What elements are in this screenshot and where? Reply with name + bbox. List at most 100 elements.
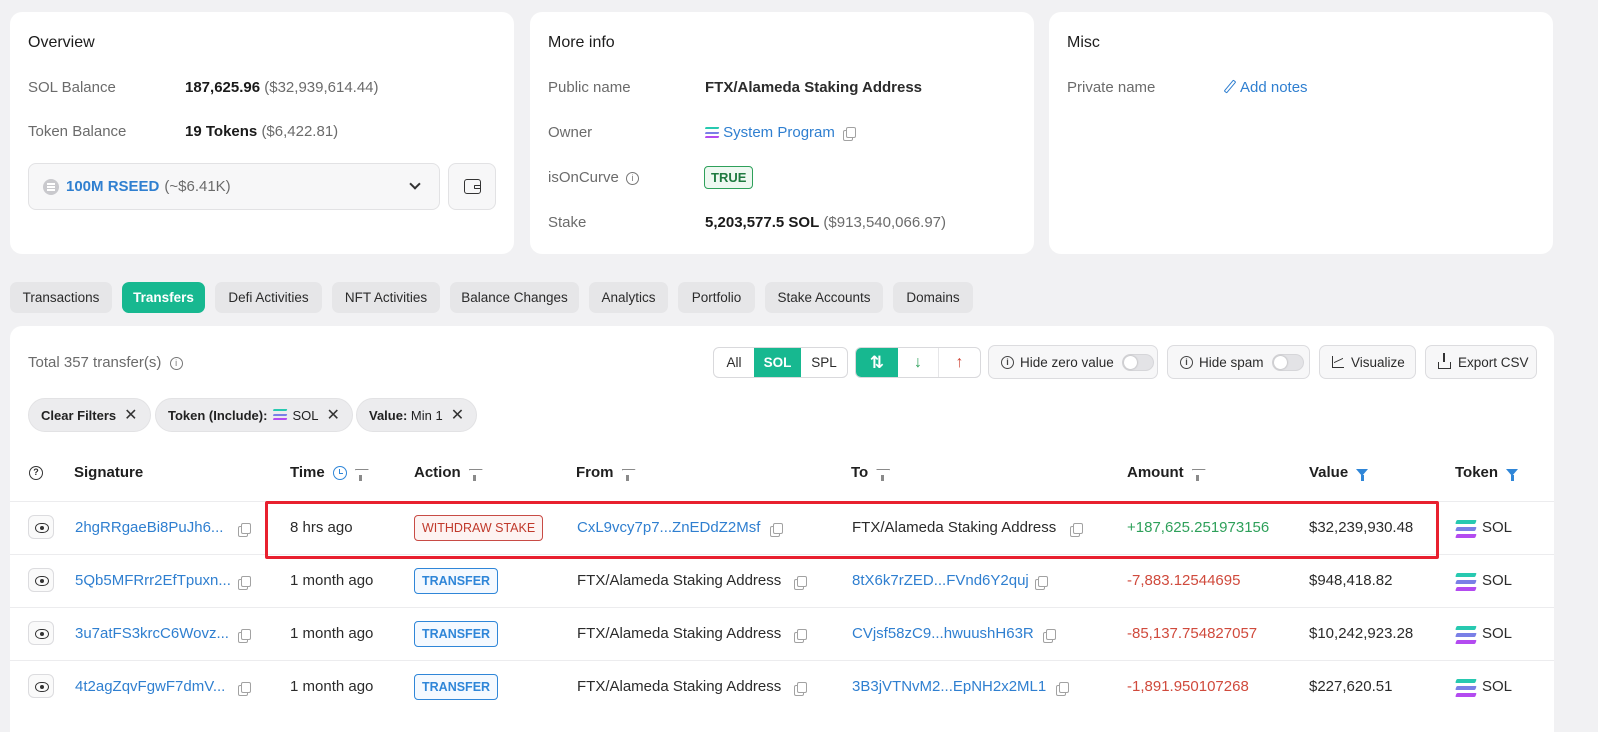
arrows-up-down-icon: ⇅: [869, 352, 885, 372]
filter-icon[interactable]: [469, 469, 481, 481]
eye-icon[interactable]: [28, 515, 54, 539]
copy-icon[interactable]: [1056, 682, 1069, 696]
time-cell: 1 month ago: [290, 678, 374, 695]
tab-domains[interactable]: Domains: [893, 282, 973, 313]
clear-filters-chip[interactable]: Clear Filters ✕: [28, 398, 151, 432]
token-cell: SOL: [1482, 572, 1513, 589]
copy-icon[interactable]: [1070, 523, 1083, 537]
owner-value: System Program: [704, 124, 857, 142]
filter-icon[interactable]: [876, 469, 888, 481]
action-badge: TRANSFER: [414, 674, 499, 700]
token-filter-chip[interactable]: Token (Include): SOL ✕: [155, 398, 353, 432]
eye-icon[interactable]: [28, 568, 54, 592]
info-icon[interactable]: i: [626, 171, 640, 185]
filter-spl-button[interactable]: SPL: [801, 348, 847, 377]
copy-icon[interactable]: [794, 682, 807, 696]
col-amount[interactable]: Amount: [1127, 464, 1204, 481]
hide-spam-toggle[interactable]: i Hide spam: [1167, 345, 1310, 379]
value-cell: $227,620.51: [1309, 678, 1393, 695]
filter-icon[interactable]: [355, 469, 367, 481]
copy-icon[interactable]: [770, 523, 783, 537]
incoming-button[interactable]: ↓: [898, 348, 939, 377]
wallet-button[interactable]: [448, 163, 496, 210]
col-value[interactable]: Value: [1309, 464, 1369, 481]
copy-icon[interactable]: [1043, 629, 1056, 643]
action-badge: WITHDRAW STAKE: [414, 515, 544, 541]
close-icon[interactable]: ✕: [124, 405, 137, 425]
value-cell: $32,239,930.48: [1309, 519, 1414, 536]
from-link[interactable]: CxL9vcy7p7...ZnEDdZ2Msf: [577, 519, 760, 536]
eye-icon[interactable]: [28, 674, 54, 698]
signature-link[interactable]: 4t2agZqvFgwF7dmV...: [75, 678, 225, 695]
filter-active-icon[interactable]: [1506, 469, 1519, 481]
filter-sol-button[interactable]: SOL: [754, 348, 801, 377]
clock-icon[interactable]: [332, 465, 347, 480]
more-info-card: More info Public name FTX/Alameda Stakin…: [530, 12, 1034, 254]
owner-link[interactable]: System Program: [723, 124, 835, 141]
signature-link[interactable]: 2hgRRgaeBi8PuJh6...: [75, 519, 223, 536]
table-row[interactable]: 3u7atFS3krcC6Wovz... 1 month ago TRANSFE…: [10, 607, 1554, 660]
signature-link[interactable]: 5Qb5MFRrr2EfTpuxn...: [75, 572, 231, 589]
info-icon[interactable]: i: [169, 356, 183, 370]
filter-active-icon[interactable]: [1356, 469, 1369, 481]
filter-icon[interactable]: [622, 469, 634, 481]
to-link[interactable]: 3B3jVTNvM2...EpNH2x2ML1: [852, 678, 1046, 695]
solana-icon: [1455, 573, 1477, 591]
copy-icon[interactable]: [794, 576, 807, 590]
tab-nft-activities[interactable]: NFT Activities: [332, 282, 440, 313]
toggle-switch[interactable]: [1271, 353, 1304, 371]
col-to[interactable]: To: [851, 464, 888, 481]
signature-link[interactable]: 3u7atFS3krcC6Wovz...: [75, 625, 229, 642]
tab-transfers[interactable]: Transfers: [122, 282, 205, 313]
is-on-curve-label: isOnCurve i: [548, 169, 640, 186]
help-icon[interactable]: ?: [29, 466, 43, 480]
outgoing-button[interactable]: ↑: [939, 348, 980, 377]
visualize-button[interactable]: Visualize: [1319, 345, 1416, 379]
close-icon[interactable]: ✕: [326, 405, 339, 425]
close-icon[interactable]: ✕: [451, 405, 464, 425]
col-from[interactable]: From: [576, 464, 634, 481]
filter-icon[interactable]: [1192, 469, 1204, 481]
time-cell: 1 month ago: [290, 625, 374, 642]
value-filter-chip[interactable]: Value: Min 1 ✕: [356, 398, 478, 432]
copy-icon[interactable]: [1035, 576, 1048, 590]
table-row[interactable]: 2hgRRgaeBi8PuJh6... 8 hrs ago WITHDRAW S…: [10, 501, 1554, 554]
sol-balance-label: SOL Balance: [28, 79, 116, 96]
tab-balance-changes[interactable]: Balance Changes: [450, 282, 579, 313]
token-select-dropdown[interactable]: 100M RSEED (~$6.41K): [28, 163, 440, 210]
chart-icon: [1332, 356, 1344, 368]
total-transfers: Total 357 transfer(s) i: [28, 354, 183, 371]
copy-icon[interactable]: [238, 629, 251, 643]
table-row[interactable]: 4t2agZqvFgwF7dmV... 1 month ago TRANSFER…: [10, 660, 1554, 713]
toggle-switch[interactable]: [1121, 353, 1154, 371]
solana-icon: [273, 409, 288, 421]
from-cell: FTX/Alameda Staking Address: [577, 678, 782, 695]
add-notes-link[interactable]: Add notes: [1223, 79, 1308, 96]
to-link[interactable]: CVjsf58zC9...hwuushH63R: [852, 625, 1034, 642]
token-balance-label: Token Balance: [28, 123, 127, 140]
table-row[interactable]: 5Qb5MFRrr2EfTpuxn... 1 month ago TRANSFE…: [10, 554, 1554, 607]
token-select-value: 100M RSEED: [66, 178, 160, 195]
action-badge: TRANSFER: [414, 621, 499, 647]
col-action[interactable]: Action: [414, 464, 481, 481]
tab-analytics[interactable]: Analytics: [589, 282, 668, 313]
tab-transactions[interactable]: Transactions: [10, 282, 112, 313]
tab-defi-activities[interactable]: Defi Activities: [215, 282, 322, 313]
is-on-curve-badge: TRUE: [704, 166, 754, 189]
col-token[interactable]: Token: [1455, 464, 1519, 481]
hide-zero-value-toggle[interactable]: i Hide zero value: [988, 345, 1158, 379]
filter-all-button[interactable]: All: [714, 348, 754, 377]
amount-cell: +187,625.251973156: [1127, 519, 1270, 536]
export-csv-button[interactable]: Export CSV: [1425, 345, 1537, 379]
tab-portfolio[interactable]: Portfolio: [678, 282, 755, 313]
copy-icon[interactable]: [843, 127, 857, 142]
copy-icon[interactable]: [238, 682, 251, 696]
tab-stake-accounts[interactable]: Stake Accounts: [765, 282, 883, 313]
to-link[interactable]: 8tX6k7rZED...FVnd6Y2quj: [852, 572, 1029, 589]
copy-icon[interactable]: [794, 629, 807, 643]
both-directions-button[interactable]: ⇅: [856, 348, 898, 377]
eye-icon[interactable]: [28, 621, 54, 645]
col-time[interactable]: Time: [290, 464, 367, 481]
copy-icon[interactable]: [238, 576, 251, 590]
copy-icon[interactable]: [238, 523, 251, 537]
